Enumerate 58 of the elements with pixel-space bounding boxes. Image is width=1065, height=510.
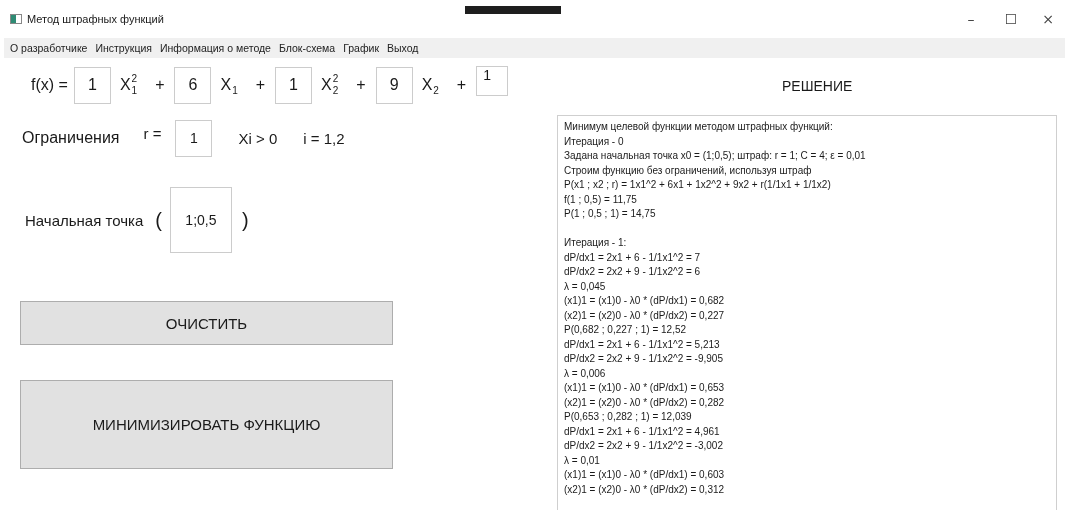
solution-line: dP/dx1 = 2x1 + 6 - 1/1x1^2 = 4,961 xyxy=(564,424,720,439)
solution-line: λ = 0,045 xyxy=(564,279,606,294)
start-point-field[interactable]: 1;0,5 xyxy=(169,187,232,253)
solution-line: Строим функцию без ограничений, используя штраф xyxy=(564,163,812,178)
solution-line: Итерация - 1: xyxy=(564,236,627,250)
solution-line: f(1 ; 0,5) = 11,75 xyxy=(564,192,637,207)
solution-line: (x2)1 = (x2)0 - λ0 * (dP/dx2) = 0,312 xyxy=(564,482,725,497)
constraint-text: Xi > 0 xyxy=(238,129,278,147)
solution-line: λ = 0,006 xyxy=(564,366,606,381)
coefficient-field[interactable]: 1 xyxy=(275,66,313,104)
solution-line: P(0,682 ; 0,227 ; 1) = 12,52 xyxy=(564,323,687,337)
solution-line: dP/dx2 = 2x2 + 9 - 1/1x2^2 = -9,905 xyxy=(564,352,723,366)
constraints-label: Ограничения xyxy=(22,129,120,147)
solution-line: (x2)1 = (x2)0 - λ0 * (dP/dx2) = 0,227 xyxy=(564,308,725,323)
constant-field[interactable]: 1 xyxy=(476,66,509,96)
solution-line: (x1)1 = (x1)0 - λ0 * (dP/dx1) = 0,603 xyxy=(564,468,725,482)
menu-item[interactable]: Инструкция xyxy=(95,42,152,54)
clear-button[interactable]: ОЧИСТИТЬ xyxy=(20,301,393,345)
solution-line: P(x1 ; x2 ; r) = 1x1^2 + 6x1 + 1x2^2 + 9x2 + r(1/1x1 + 1/1x2) xyxy=(564,178,831,192)
menu-item[interactable]: График xyxy=(343,42,380,54)
menu-item[interactable]: Выход xyxy=(387,42,419,54)
plus-sign: + xyxy=(155,76,165,94)
maximize-button[interactable]: ☐ xyxy=(991,4,1031,34)
index-text: i = 1,2 xyxy=(303,129,345,147)
close-button[interactable]: × xyxy=(1031,4,1065,34)
solution-line: Итерация - 0 xyxy=(564,134,624,149)
solution-line: dP/dx2 = 2x2 + 9 - 1/1x2^2 = -3,002 xyxy=(564,439,723,453)
solution-line: (x1)1 = (x1)0 - λ0 * (dP/dx1) = 0,682 xyxy=(564,294,725,308)
solution-line: (x2)1 = (x2)0 - λ0 * (dP/dx2) = 0,282 xyxy=(564,395,725,410)
solution-line: dP/dx1 = 2x1 + 6 - 1/1x1^2 = 7 xyxy=(564,250,701,265)
plus-sign: + xyxy=(255,76,266,94)
solution-line: dP/dx2 = 2x2 + 9 - 1/1x2^2 = 6 xyxy=(564,265,701,279)
solution-line: (x1)1 = (x1)0 - λ0 * (dP/dx1) = 0,653 xyxy=(564,381,725,395)
coefficient-field[interactable]: 6 xyxy=(174,66,212,104)
start-point-label: Начальная точка xyxy=(25,211,144,229)
solution-line: P(1 ; 0,5 ; 1) = 14,75 xyxy=(564,207,656,221)
coefficient-field[interactable]: 9 xyxy=(375,66,413,104)
minimize-button[interactable]: МИНИМИЗИРОВАТЬ ФУНКЦИЮ xyxy=(20,380,393,469)
r-label: r = xyxy=(143,124,162,142)
app-icon xyxy=(10,14,22,24)
menu-item[interactable]: О разработчике xyxy=(10,42,88,54)
function-label: f(x) = xyxy=(31,76,68,94)
solution-line: P(0,653 ; 0,282 ; 1) = 12,039 xyxy=(564,410,692,424)
plus-sign: + xyxy=(456,76,467,94)
parenthesis: ( xyxy=(155,208,162,232)
solution-line: λ = 0,01 xyxy=(564,453,600,468)
window-title: Метод штрафных функций xyxy=(27,13,164,25)
menu-item[interactable]: Блок-схема xyxy=(278,42,336,54)
solution-line: Минимум целевой функции методом штрафных функций: xyxy=(564,120,833,134)
solution-line: dP/dx1 = 2x1 + 6 - 1/1x1^2 = 5,213 xyxy=(564,337,720,352)
plus-sign: + xyxy=(356,76,366,94)
solution-heading: РЕШЕНИЕ xyxy=(782,78,854,94)
menu-item[interactable]: Информация о методе xyxy=(160,42,271,54)
solution-line: Задана начальная точка x0 = (1;0,5); штраф: r = 1; C = 4; ε = 0,01 xyxy=(564,149,866,163)
minimize-button[interactable]: – xyxy=(951,4,991,34)
coefficient-field[interactable]: 1 xyxy=(73,66,111,104)
parenthesis: ) xyxy=(241,208,249,232)
r-field[interactable]: 1 xyxy=(175,119,213,157)
